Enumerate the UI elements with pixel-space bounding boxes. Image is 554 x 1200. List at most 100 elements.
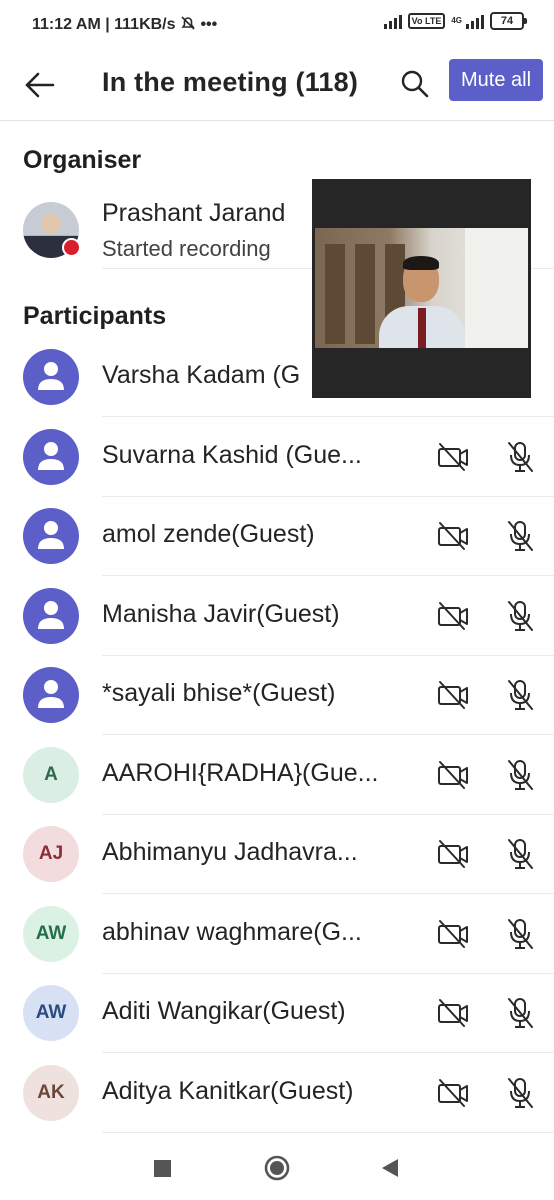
avatar-initials: AW (35, 1002, 67, 1023)
person-icon (38, 680, 64, 708)
camera-off-status (436, 680, 470, 710)
recents-square-icon[interactable] (148, 1153, 178, 1183)
camera-off-status (436, 998, 470, 1028)
participant-row[interactable]: *sayali bhise*(Guest) (0, 656, 554, 735)
participant-row[interactable]: AJ Abhimanyu Jadhavra... (0, 815, 554, 894)
page-title: In the meeting (118) (102, 67, 359, 97)
back-arrow-icon[interactable] (22, 67, 58, 103)
row-divider (102, 893, 554, 894)
mic-off-status (505, 837, 535, 871)
mic-off-status (505, 758, 535, 792)
participant-name: AAROHI{RADHA}(Gue... (102, 759, 379, 787)
video-preview[interactable] (312, 179, 531, 398)
participant-initials-avatar: AW (23, 906, 79, 962)
participant-name: Varsha Kadam (G (102, 361, 301, 389)
camera-off-status (436, 601, 470, 631)
participant-avatar (23, 508, 79, 564)
participant-name: Abhimanyu Jadhavra... (102, 838, 358, 866)
participant-avatar (23, 429, 79, 485)
mic-off-icon (508, 680, 533, 710)
mic-off-status (505, 996, 535, 1030)
status-time: 11:12 AM | 111KB/s (32, 16, 176, 33)
participant-avatar (23, 588, 79, 644)
mute-notification-icon (181, 16, 195, 30)
participant-name: abhinav waghmare(G... (102, 918, 362, 946)
camera-off-icon (438, 1079, 468, 1107)
video-person-hair (403, 256, 439, 270)
video-person-tie (418, 308, 426, 348)
home-circle-icon[interactable] (262, 1153, 292, 1183)
camera-off-icon (438, 522, 468, 550)
network-type: 4G (451, 16, 462, 25)
mic-off-icon (508, 839, 533, 869)
mic-off-icon (508, 760, 533, 790)
avatar-initials: AJ (38, 843, 64, 864)
participant-row[interactable]: AW abhinav waghmare(G... (0, 895, 554, 974)
participant-initials-avatar: AW (23, 985, 79, 1041)
battery-icon: 74 (490, 12, 527, 30)
participant-name: Manisha Javir(Guest) (102, 600, 340, 628)
mic-off-status (505, 599, 535, 633)
participant-row[interactable]: AW Aditi Wangikar(Guest) (0, 974, 554, 1053)
participant-avatar (23, 667, 79, 723)
person-icon (38, 362, 64, 390)
recording-indicator-icon (62, 238, 81, 257)
row-divider (102, 734, 554, 735)
mic-off-icon (508, 521, 533, 551)
participant-name: Suvarna Kashid (Gue... (102, 441, 362, 469)
mic-off-status (505, 678, 535, 712)
participant-name: Aditya Kanitkar(Guest) (102, 1077, 354, 1105)
status-left: 11:12 AM | 111KB/s ••• (32, 16, 217, 34)
camera-off-icon (438, 681, 468, 709)
participant-initials-avatar: A (23, 747, 79, 803)
camera-off-icon (438, 840, 468, 868)
video-background-wall (465, 228, 528, 348)
camera-off-status (436, 839, 470, 869)
row-divider (102, 416, 554, 417)
participant-name: *sayali bhise*(Guest) (102, 679, 336, 707)
battery-level: 74 (500, 15, 514, 27)
camera-off-icon (438, 761, 468, 789)
video-background-door (325, 244, 345, 344)
mic-off-status (505, 917, 535, 951)
participant-initials-avatar: AK (23, 1065, 79, 1121)
mic-off-icon (508, 442, 533, 472)
app-header: In the meeting (118) Mute all (0, 50, 554, 121)
signal-icon-2 (466, 13, 484, 29)
video-background-door (355, 244, 375, 344)
mic-off-icon (508, 998, 533, 1028)
mic-off-icon (508, 919, 533, 949)
participants-heading: Participants (23, 302, 167, 330)
camera-off-icon (438, 999, 468, 1027)
mic-off-status (505, 1076, 535, 1110)
person-icon (38, 442, 64, 470)
status-bar: 11:12 AM | 111KB/s ••• Vo LTE 4G 74 (0, 0, 554, 50)
participant-row[interactable]: A AAROHI{RADHA}(Gue... (0, 736, 554, 815)
row-divider (102, 1052, 554, 1053)
camera-off-status (436, 442, 470, 472)
back-triangle-icon[interactable] (376, 1153, 406, 1183)
camera-off-status (436, 1078, 470, 1108)
mute-all-button[interactable]: Mute all (449, 59, 543, 101)
participant-row[interactable]: Manisha Javir(Guest) (0, 577, 554, 656)
search-icon[interactable] (398, 67, 432, 101)
participant-avatar (23, 349, 79, 405)
row-divider (102, 575, 554, 576)
avatar-initials: AK (37, 1082, 65, 1103)
mic-off-icon (508, 1078, 533, 1108)
participant-row[interactable]: amol zende(Guest) (0, 497, 554, 576)
participant-name: Aditi Wangikar(Guest) (102, 997, 346, 1025)
status-more: ••• (200, 16, 218, 33)
organiser-name: Prashant Jarand (102, 199, 286, 227)
person-icon (38, 521, 64, 549)
video-feed (315, 228, 528, 348)
camera-off-status (436, 760, 470, 790)
camera-off-icon (438, 920, 468, 948)
organiser-heading: Organiser (23, 146, 142, 174)
camera-off-status (436, 919, 470, 949)
participant-name: amol zende(Guest) (102, 520, 315, 548)
mic-off-status (505, 440, 535, 474)
participant-row[interactable]: Suvarna Kashid (Gue... (0, 418, 554, 497)
participant-row[interactable]: AK Aditya Kanitkar(Guest) (0, 1054, 554, 1133)
participant-initials-avatar: AJ (23, 826, 79, 882)
